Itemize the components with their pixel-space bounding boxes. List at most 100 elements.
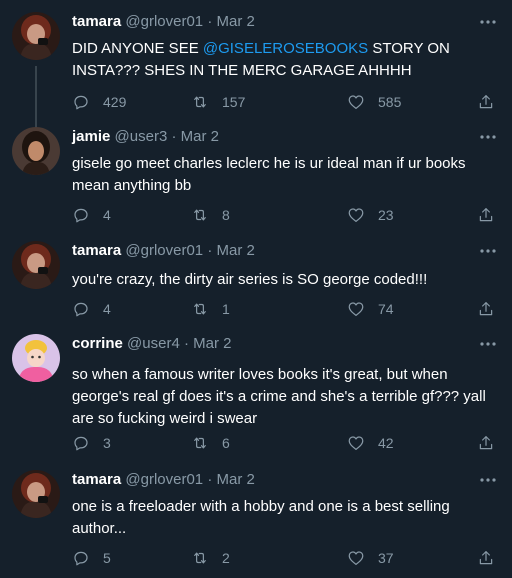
reply-icon <box>74 208 88 223</box>
like-button[interactable]: 37 <box>347 548 394 568</box>
display-name[interactable]: jamie <box>72 128 110 145</box>
share-button[interactable] <box>477 433 495 453</box>
display-name[interactable]: corrine <box>72 335 123 352</box>
retweet-button[interactable]: 1 <box>191 299 230 319</box>
tweet-4[interactable]: corrine @user4 · Mar 2 so when a famous … <box>0 334 512 456</box>
tweet-thread: tamara @grlover01 · Mar 2 DID ANYONE SEE… <box>0 0 512 578</box>
tweet-1[interactable]: tamara @grlover01 · Mar 2 DID ANYONE SEE… <box>0 12 512 152</box>
retweet-icon <box>194 96 206 108</box>
tweet-date[interactable]: Mar 2 <box>216 13 254 30</box>
tweet-header: tamara @grlover01 · Mar 2 <box>72 470 472 490</box>
like-count: 42 <box>378 435 394 451</box>
heart-icon <box>348 302 364 316</box>
share-button[interactable] <box>477 205 495 225</box>
tweet-2[interactable]: jamie @user3 · Mar 2 gisele go meet char… <box>0 127 512 235</box>
reply-button[interactable]: 429 <box>72 92 126 112</box>
like-button[interactable]: 23 <box>347 205 394 225</box>
tweet-text: gisele go meet charles leclerc he is ur … <box>72 155 466 194</box>
separator: · <box>207 471 213 488</box>
share-icon <box>479 551 493 565</box>
reply-count: 429 <box>103 94 127 110</box>
tweet-3[interactable]: tamara @grlover01 · Mar 2 you're crazy, … <box>0 241 512 327</box>
reply-icon <box>74 436 88 451</box>
reply-button[interactable]: 4 <box>72 205 111 225</box>
retweet-icon <box>194 303 206 315</box>
retweet-button[interactable]: 2 <box>191 548 230 568</box>
retweet-icon <box>194 209 206 221</box>
like-button[interactable]: 42 <box>347 433 394 453</box>
user-handle[interactable]: @grlover01 <box>125 242 203 259</box>
tweet-header: jamie @user3 · Mar 2 <box>72 127 472 147</box>
reply-button[interactable]: 4 <box>72 299 111 319</box>
separator: · <box>171 128 177 145</box>
like-button[interactable]: 585 <box>347 92 401 112</box>
tweet-actions: 4 1 74 <box>72 299 498 319</box>
share-button[interactable] <box>477 299 495 319</box>
heart-icon <box>348 208 364 222</box>
tweet-date[interactable]: Mar 2 <box>216 242 254 259</box>
share-icon <box>479 208 493 222</box>
share-button[interactable] <box>477 92 495 112</box>
retweet-button[interactable]: 8 <box>191 205 230 225</box>
reply-count: 5 <box>103 550 111 566</box>
retweet-count: 2 <box>222 550 230 566</box>
tweet-text: one is a freeloader with a hobby and one… <box>72 498 450 537</box>
avatar-corrine[interactable] <box>12 334 60 382</box>
user-handle[interactable]: @user4 <box>127 335 180 352</box>
retweet-count: 157 <box>222 94 246 110</box>
retweet-count: 1 <box>222 301 230 317</box>
display-name[interactable]: tamara <box>72 471 121 488</box>
heart-icon <box>348 436 364 450</box>
tweet-date[interactable]: Mar 2 <box>193 335 231 352</box>
avatar-tamara[interactable] <box>12 241 60 289</box>
like-count: 37 <box>378 550 394 566</box>
separator: · <box>207 242 213 259</box>
heart-icon <box>348 95 364 109</box>
avatar-tamara[interactable] <box>12 12 60 60</box>
user-handle[interactable]: @grlover01 <box>125 471 203 488</box>
more-icon[interactable] <box>478 14 498 30</box>
reply-icon <box>74 302 88 317</box>
retweet-count: 8 <box>222 207 230 223</box>
avatar-jamie[interactable] <box>12 127 60 175</box>
tweet-text: you're crazy, the dirty air series is SO… <box>72 271 428 288</box>
avatar-tamara[interactable] <box>12 470 60 518</box>
separator: · <box>183 335 189 352</box>
separator: · <box>207 13 213 30</box>
reply-icon <box>74 95 88 110</box>
retweet-button[interactable]: 6 <box>191 433 230 453</box>
tweet-text: DID ANYONE SEE @GISELEROSEBOOKS STORY ON… <box>72 38 494 82</box>
tweet-5[interactable]: tamara @grlover01 · Mar 2 one is a freel… <box>0 470 512 570</box>
share-button[interactable] <box>477 548 495 568</box>
tweet-text: so when a famous writer loves books it's… <box>72 366 486 427</box>
share-icon <box>479 436 493 450</box>
reply-button[interactable]: 3 <box>72 433 111 453</box>
more-icon[interactable] <box>478 472 498 488</box>
heart-icon <box>348 551 364 565</box>
tweet-text-part: DID ANYONE SEE <box>72 40 203 57</box>
tweet-actions: 429 157 585 <box>72 92 498 112</box>
tweet-header: tamara @grlover01 · Mar 2 <box>72 241 472 261</box>
mention-link[interactable]: @GISELEROSEBOOKS <box>203 40 368 57</box>
like-button[interactable]: 74 <box>347 299 394 319</box>
like-count: 585 <box>378 94 402 110</box>
user-handle[interactable]: @grlover01 <box>125 13 203 30</box>
tweet-actions: 4 8 23 <box>72 205 498 225</box>
reply-count: 3 <box>103 435 111 451</box>
reply-button[interactable]: 5 <box>72 548 111 568</box>
more-icon[interactable] <box>478 243 498 259</box>
display-name[interactable]: tamara <box>72 13 121 30</box>
tweet-header: corrine @user4 · Mar 2 <box>72 334 472 354</box>
display-name[interactable]: tamara <box>72 242 121 259</box>
retweet-icon <box>194 552 206 564</box>
reply-count: 4 <box>103 207 111 223</box>
retweet-count: 6 <box>222 435 230 451</box>
more-icon[interactable] <box>478 336 498 352</box>
more-icon[interactable] <box>478 129 498 145</box>
retweet-button[interactable]: 157 <box>191 92 245 112</box>
like-count: 74 <box>378 301 394 317</box>
tweet-date[interactable]: Mar 2 <box>181 128 219 145</box>
tweet-actions: 3 6 42 <box>72 433 498 453</box>
user-handle[interactable]: @user3 <box>115 128 168 145</box>
tweet-date[interactable]: Mar 2 <box>216 471 254 488</box>
